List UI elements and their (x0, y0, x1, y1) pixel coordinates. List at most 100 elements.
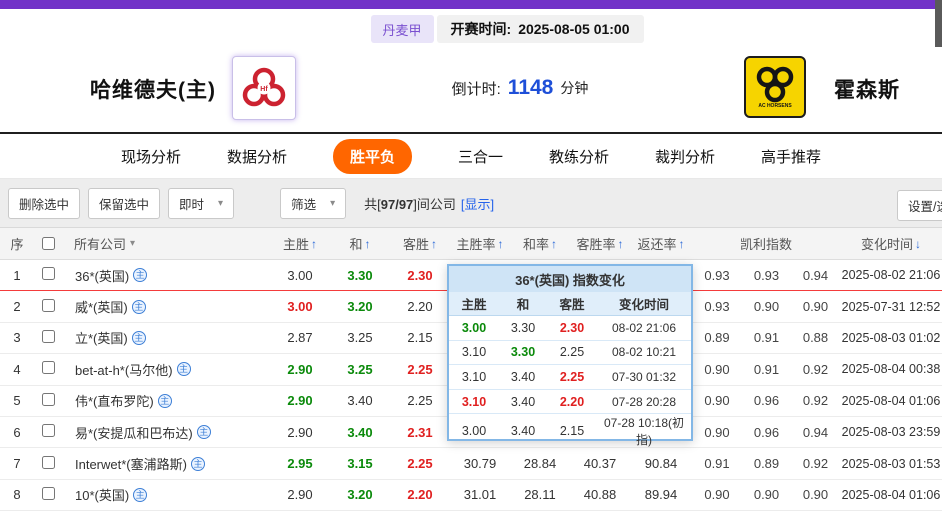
cell-kelly-home: 0.91 (704, 456, 730, 472)
scrollbar-thumb[interactable] (935, 0, 942, 47)
cell-kelly-home: 0.93 (704, 299, 730, 315)
svg-text:AC HORSENS: AC HORSENS (758, 103, 792, 109)
col-draw-odds[interactable]: 和 ↑ (330, 234, 390, 253)
tab-6[interactable]: 裁判分析 (655, 146, 715, 167)
company-count-text: 共[97/97]间公司 [显示] (364, 194, 494, 213)
cell-away-odds: 2.25 (407, 361, 433, 377)
settings-button[interactable]: 设置/选择 (897, 190, 942, 221)
cell-away-rate: 40.88 (583, 487, 617, 503)
cell-company[interactable]: 威*(英国) 主 (62, 297, 270, 316)
col-away-rate[interactable]: 客胜率 ↑ (570, 234, 630, 253)
instant-dropdown-label: 即时 (179, 197, 205, 212)
cell-home-odds: 3.00 (287, 299, 313, 315)
sort-asc-icon: ↑ (551, 236, 557, 251)
start-time-box: 开赛时间: 2025-08-05 01:00 (436, 15, 644, 43)
league-badge[interactable]: 丹麦甲 (370, 15, 434, 43)
chevron-down-icon: ▾ (330, 197, 336, 209)
cell-company[interactable]: 伟*(直布罗陀) 主 (62, 391, 270, 410)
company-name: 威*(英国) (75, 300, 128, 316)
table-row[interactable]: 8 10*(英国) 主 2.90 3.20 2.20 31.01 28.11 4… (0, 479, 942, 511)
tab-5[interactable]: 教练分析 (549, 146, 609, 167)
company-filter-caret-icon[interactable]: ▾ (130, 238, 135, 249)
filter-dropdown[interactable]: 筛选 ▾ (280, 187, 347, 219)
cell-kelly-away: 0.90 (802, 487, 829, 503)
keep-selected-button[interactable]: 保留选中 (88, 187, 161, 219)
cell-seq: 4 (13, 361, 21, 377)
company-name: 36*(英国) (75, 268, 130, 284)
col-company[interactable]: 所有公司 ▾ (62, 234, 270, 253)
odds-change-popup: 36*(英国) 指数变化 主胜 和 客胜 变化时间 3.00 3.30 2.30… (447, 264, 693, 447)
app-root: 丹麦甲 开赛时间: 2025-08-05 01:00 哈维德夫(主) Hf 倒计… (0, 0, 942, 511)
cell-kelly-away: 0.90 (802, 299, 829, 315)
cell-company[interactable]: 36*(英国) 主 (62, 266, 270, 285)
cell-home-odds: 2.90 (287, 424, 313, 440)
col-select-all[interactable] (34, 237, 62, 250)
countdown: 倒计时: 1148 分钟 (420, 72, 620, 104)
tab-1[interactable]: 现场分析 (121, 146, 181, 167)
home-team-logo: Hf (232, 56, 296, 120)
company-badge-icon: 主 (176, 362, 191, 377)
cell-seq: 8 (13, 487, 21, 503)
popup-draw-odds: 3.30 (510, 345, 536, 360)
col-seq[interactable]: 序 (0, 234, 34, 253)
col-change-time[interactable]: 变化时间 ↓ (840, 234, 942, 253)
col-home-rate[interactable]: 主胜率 ↑ (450, 234, 510, 253)
delete-selected-button[interactable]: 删除选中 (8, 187, 81, 219)
table-row[interactable]: 7 Interwet*(塞浦路斯) 主 2.95 3.15 2.25 30.79… (0, 448, 942, 480)
cell-draw-rate: 28.84 (523, 456, 557, 472)
cell-company[interactable]: Interwet*(塞浦路斯) 主 (62, 454, 270, 473)
svg-text:Hf: Hf (260, 86, 268, 93)
row-checkbox[interactable] (41, 361, 55, 375)
cell-kelly-draw: 0.91 (753, 361, 780, 377)
cell-change-time: 2025-07-31 12:52 (841, 299, 941, 314)
cell-check (34, 455, 62, 472)
cell-draw-odds: 3.40 (347, 424, 373, 440)
instant-dropdown[interactable]: 即时 ▾ (168, 187, 235, 219)
col-draw-rate[interactable]: 和率 ↑ (510, 234, 570, 253)
filter-dropdown-label: 筛选 (291, 197, 317, 212)
popup-draw-odds: 3.40 (510, 424, 536, 439)
cell-change-time: 2025-08-03 01:02 (841, 330, 941, 345)
chevron-down-icon: ▾ (218, 197, 224, 209)
col-return-rate[interactable]: 返还率 ↑ (630, 234, 692, 253)
row-checkbox[interactable] (41, 455, 55, 469)
cell-draw-odds: 3.25 (347, 330, 373, 346)
popup-row: 3.10 3.40 2.20 07-28 20:28 (449, 390, 691, 415)
tab-7[interactable]: 高手推荐 (761, 146, 821, 167)
row-checkbox[interactable] (41, 392, 55, 406)
col-away-odds[interactable]: 客胜 ↑ (390, 234, 450, 253)
col-draw-rate-label: 和率 (522, 237, 549, 252)
cell-check (34, 424, 62, 440)
cell-company[interactable]: 易*(安提瓜和巴布达) 主 (62, 423, 270, 442)
cell-company[interactable]: bet-at-h*(马尔他) 主 (62, 360, 270, 379)
cell-away-rate: 40.37 (583, 456, 617, 472)
row-checkbox[interactable] (41, 267, 55, 281)
row-checkbox[interactable] (41, 486, 55, 500)
cell-company[interactable]: 立*(英国) 主 (62, 328, 270, 347)
show-link[interactable]: [显示] (461, 197, 494, 212)
cell-kelly-home: 0.90 (704, 393, 730, 409)
table-header: 序 所有公司 ▾ 主胜 ↑ 和 ↑ 客胜 ↑ 主胜率 ↑ 和率 ↑ 客胜率 ↑ 返还率 ↑ 凯… (0, 227, 942, 260)
popup-row: 3.00 3.30 2.30 08-02 21:06 (449, 316, 691, 341)
col-home-odds[interactable]: 主胜 ↑ (270, 234, 330, 253)
row-checkbox[interactable] (41, 329, 55, 343)
popup-home-odds: 3.00 (461, 320, 487, 335)
sort-asc-icon: ↑ (497, 236, 504, 251)
cell-kelly-away: 0.88 (802, 330, 829, 346)
countdown-label: 倒计时: (451, 80, 501, 98)
tab-3[interactable]: 胜平负 (332, 138, 412, 174)
row-checkbox[interactable] (41, 298, 55, 312)
sort-asc-icon: ↑ (311, 236, 317, 251)
countdown-value: 1148 (507, 76, 554, 99)
cell-draw-odds: 3.20 (347, 299, 373, 315)
cell-draw-odds: 3.40 (347, 393, 373, 409)
tab-4[interactable]: 三合一 (458, 146, 503, 167)
cell-company[interactable]: 10*(英国) 主 (62, 485, 270, 504)
select-all-checkbox[interactable] (41, 237, 55, 250)
cell-away-odds: 2.25 (407, 456, 433, 472)
tab-2[interactable]: 数据分析 (227, 146, 287, 167)
popup-col-draw: 和 (516, 298, 530, 312)
col-kelly[interactable]: 凯利指数 (692, 234, 840, 253)
col-home-rate-label: 主胜率 (456, 237, 496, 252)
row-checkbox[interactable] (41, 424, 55, 438)
